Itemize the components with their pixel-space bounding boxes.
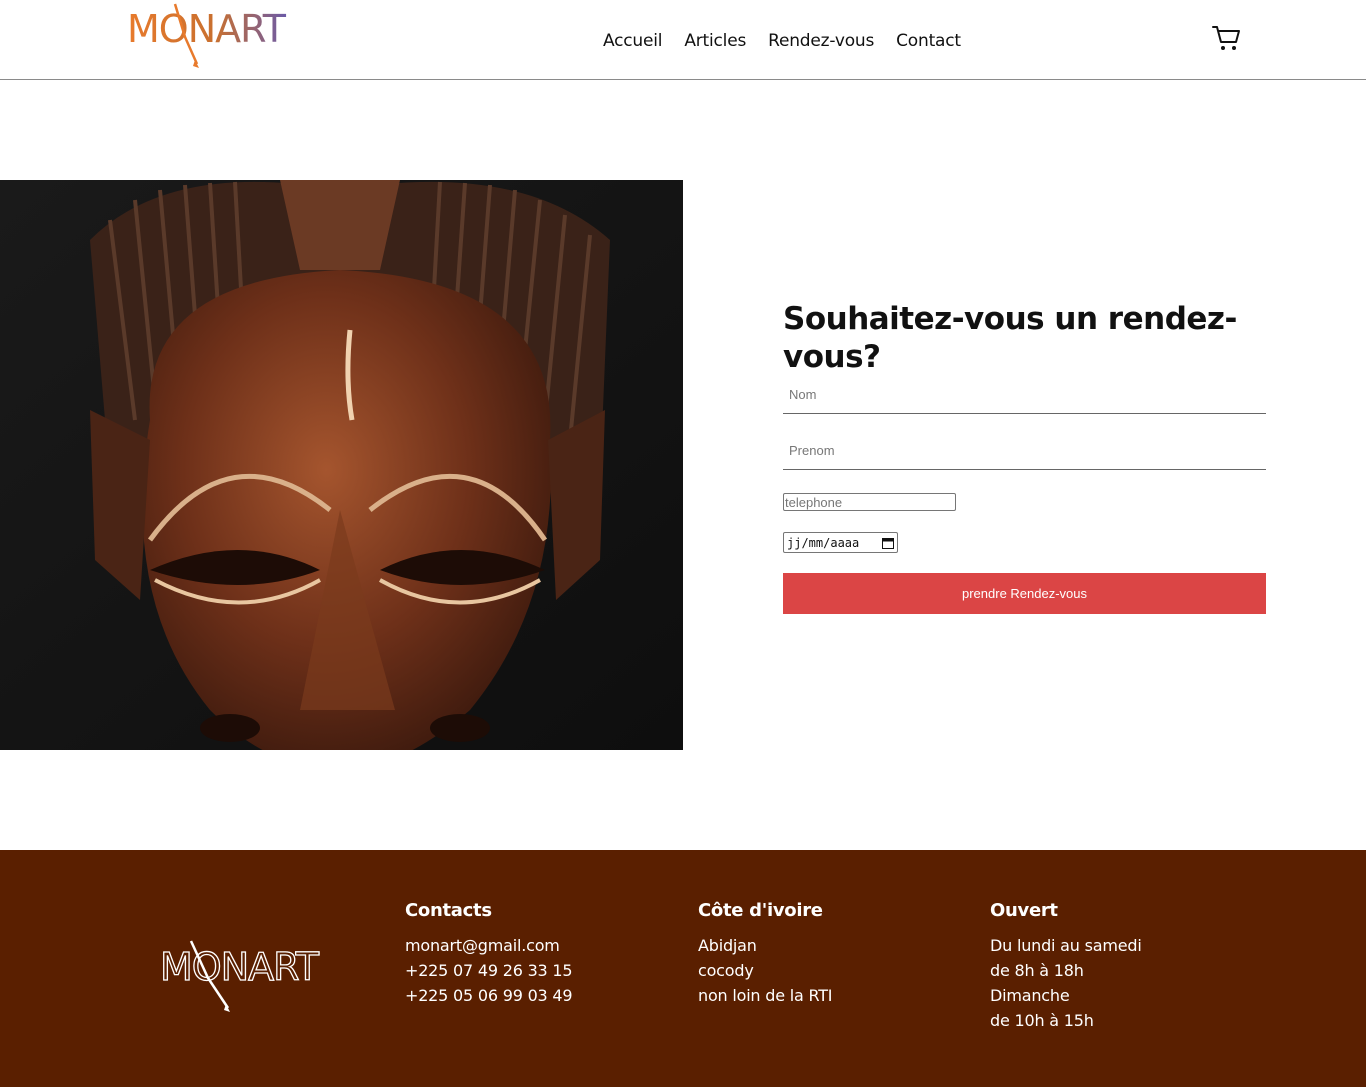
- monart-logo[interactable]: MONART: [125, 2, 305, 72]
- footer-logo[interactable]: MONART: [158, 938, 338, 1013]
- footer-contacts: Contacts monart@gmail.com +225 07 49 26 …: [405, 900, 573, 1008]
- site-footer: MONART Contacts monart@gmail.com +225 07…: [0, 850, 1366, 1087]
- footer-hours: Ouvert Du lundi au samedi de 8h à 18h Di…: [990, 900, 1142, 1033]
- telephone-input[interactable]: [783, 493, 956, 511]
- prenom-input[interactable]: [783, 432, 1266, 470]
- form-title: Souhaitez-vous un rendez-vous?: [783, 301, 1237, 375]
- african-mask-image: [0, 180, 683, 750]
- svg-text:MONART: MONART: [160, 945, 320, 989]
- svg-text:MONART: MONART: [127, 7, 287, 51]
- footer-location-title: Côte d'ivoire: [698, 900, 823, 921]
- footer-location: Côte d'ivoire Abidjan cocody non loin de…: [698, 900, 833, 1008]
- footer-sunday: Dimanche: [990, 986, 1070, 1005]
- footer-city: Abidjan: [698, 936, 757, 955]
- footer-sunday-hours: de 10h à 15h: [990, 1011, 1094, 1030]
- site-header: MONART Accueil Articles Rendez-vous Cont…: [0, 0, 1366, 80]
- nav-articles[interactable]: Articles: [684, 31, 746, 51]
- mask-illustration: [0, 180, 683, 750]
- main-nav: Accueil Articles Rendez-vous Contact: [603, 31, 961, 51]
- date-input[interactable]: jj/mm/aaaa: [783, 532, 898, 553]
- footer-district: cocody: [698, 961, 754, 980]
- cart-icon[interactable]: [1212, 24, 1242, 52]
- date-placeholder: jj/mm/aaaa: [787, 535, 860, 550]
- nav-contact[interactable]: Contact: [896, 31, 961, 51]
- footer-landmark: non loin de la RTI: [698, 986, 833, 1005]
- footer-hours-title: Ouvert: [990, 900, 1058, 921]
- nav-rendez-vous[interactable]: Rendez-vous: [768, 31, 874, 51]
- nom-input[interactable]: [783, 376, 1266, 414]
- footer-phone-1[interactable]: +225 07 49 26 33 15: [405, 958, 573, 983]
- footer-phone-2[interactable]: +225 05 06 99 03 49: [405, 983, 573, 1008]
- footer-weekday-hours: de 8h à 18h: [990, 961, 1084, 980]
- appointment-form: Souhaitez-vous un rendez-vous? jj/mm/aaa…: [783, 300, 1266, 614]
- footer-contacts-title: Contacts: [405, 900, 492, 921]
- footer-email[interactable]: monart@gmail.com: [405, 933, 572, 958]
- calendar-icon[interactable]: [882, 537, 894, 549]
- nav-accueil[interactable]: Accueil: [603, 31, 663, 51]
- prendre-rendez-vous-button[interactable]: prendre Rendez-vous: [783, 573, 1266, 614]
- footer-weekdays: Du lundi au samedi: [990, 936, 1142, 955]
